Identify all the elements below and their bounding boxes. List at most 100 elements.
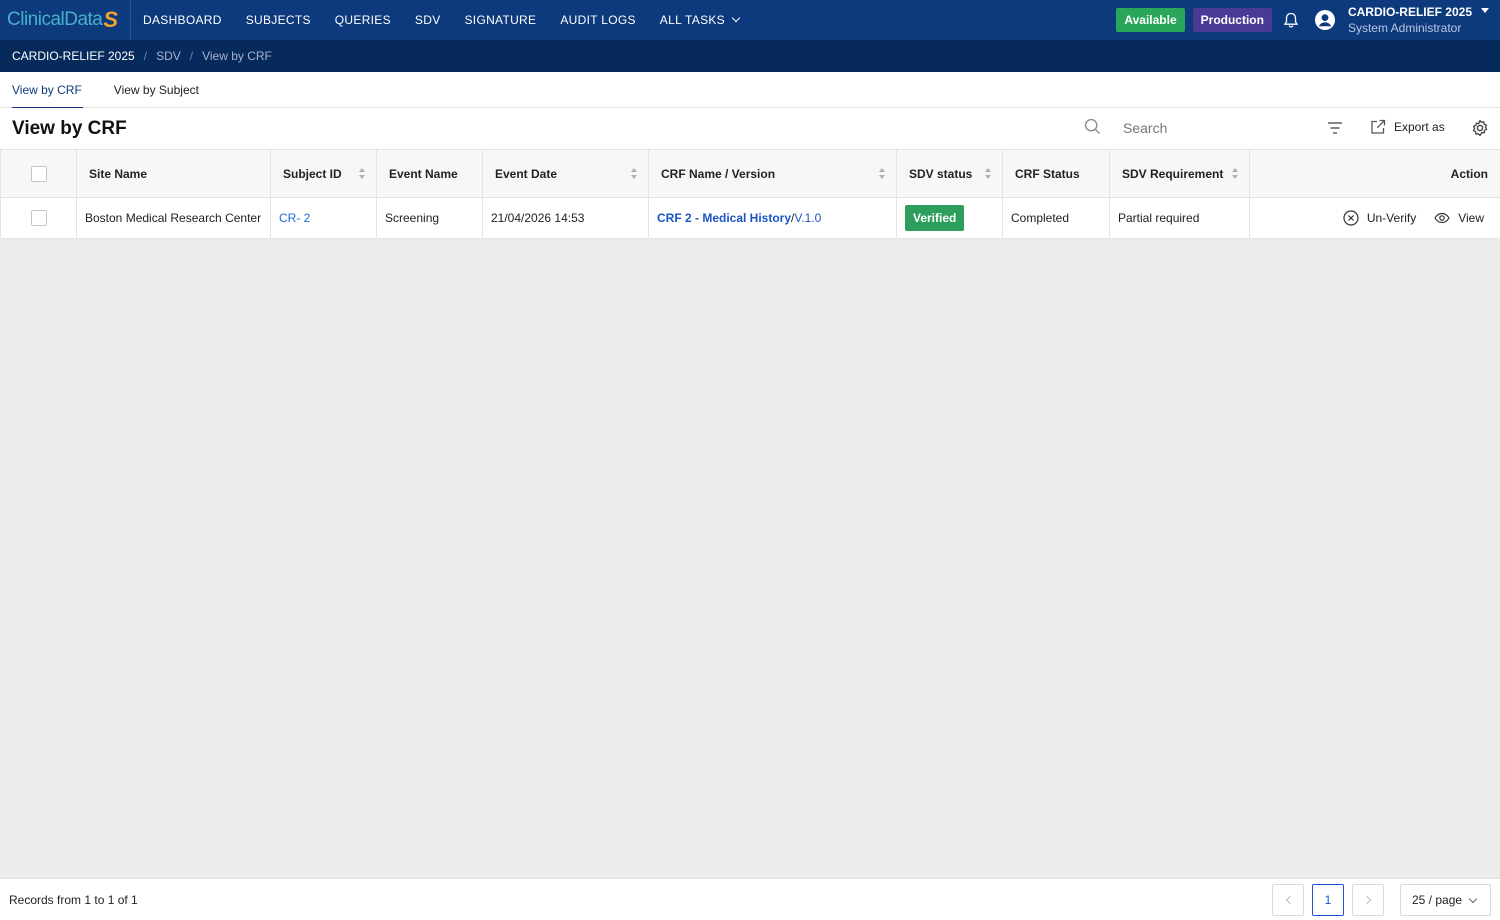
chevron-down-icon [1468, 894, 1478, 904]
nav-queries[interactable]: QUERIES [335, 13, 391, 27]
un-verify-label: Un-Verify [1366, 211, 1417, 225]
header-label: Event Date [495, 166, 558, 181]
breadcrumb-study[interactable]: CARDIO-RELIEF 2025 [12, 49, 135, 63]
page-size-value: 25 / page [1412, 893, 1463, 907]
view-button[interactable]: View [1434, 210, 1484, 226]
header-event-date[interactable]: Event Date [482, 149, 649, 198]
cell-sdv-requirement: Partial required [1109, 197, 1250, 239]
sdv-crf-table: Site Name Subject ID Event Name Event Da… [0, 149, 1500, 239]
header-label: CRF Status [1015, 166, 1080, 181]
header-subject-id[interactable]: Subject ID [270, 149, 377, 198]
subject-id-link[interactable]: CR- 2 [279, 211, 310, 225]
view-tabs: View by CRF View by Subject [0, 72, 1500, 109]
cell-sdv-status: Verified [896, 197, 1003, 239]
header-label: Event Name [389, 166, 458, 181]
logo-text: ClinicalData [7, 9, 103, 30]
nav-all-tasks-dropdown[interactable]: ALL TASKS [659, 13, 741, 27]
sort-icon[interactable] [879, 168, 886, 180]
nav-dashboard[interactable]: DASHBOARD [143, 13, 222, 27]
settings-gear-icon[interactable] [1471, 119, 1489, 137]
cell-action: Un-Verify View [1249, 197, 1500, 239]
header-label: CRF Name / Version [661, 166, 776, 181]
export-icon [1371, 119, 1386, 134]
eye-icon [1434, 212, 1450, 224]
header-crf-name-version[interactable]: CRF Name / Version [648, 149, 897, 198]
breadcrumb-sdv[interactable]: SDV [156, 49, 181, 63]
notification-bell-icon[interactable] [1280, 9, 1302, 31]
breadcrumb-current: View by CRF [202, 49, 272, 63]
breadcrumb-separator: / [143, 49, 148, 63]
sort-icon[interactable] [359, 168, 366, 180]
select-all-checkbox[interactable] [30, 165, 47, 182]
chevron-down-icon [731, 13, 741, 23]
caret-down-icon[interactable] [1481, 8, 1489, 13]
breadcrumb: CARDIO-RELIEF 2025 / SDV / View by CRF [0, 40, 1500, 72]
top-right-area: Available Production CARDIO-RELIEF 2025 … [1116, 0, 1500, 40]
logo-mark: S [103, 7, 118, 32]
sort-icon[interactable] [631, 168, 638, 180]
title-toolbar: View by CRF Export as [0, 108, 1500, 149]
header-sdv-requirement[interactable]: SDV Requirement [1109, 149, 1250, 198]
filter-icon[interactable] [1326, 120, 1344, 136]
user-role: System Administrator [1347, 21, 1462, 35]
chevron-right-icon [1362, 895, 1371, 905]
header-action: Action [1249, 149, 1500, 198]
page-number-button[interactable]: 1 [1312, 884, 1344, 916]
nav-subjects[interactable]: SUBJECTS [246, 13, 311, 27]
export-button[interactable]: Export as [1370, 119, 1445, 135]
search-input[interactable] [1123, 120, 1293, 136]
row-checkbox[interactable] [30, 210, 47, 226]
header-event-name[interactable]: Event Name [376, 149, 483, 198]
page-size-select[interactable]: 25 / page [1400, 884, 1491, 916]
crf-version-link[interactable]: V.1.0 [794, 211, 821, 225]
cell-site-name: Boston Medical Research Center [76, 197, 271, 239]
header-label: Subject ID [283, 166, 342, 181]
nav-sdv[interactable]: SDV [415, 13, 441, 27]
crf-name-link[interactable]: CRF 2 - Medical History [657, 211, 791, 225]
table-header-row: Site Name Subject ID Event Name Event Da… [0, 149, 1500, 198]
close-circle-icon [1343, 210, 1359, 226]
tab-view-by-subject[interactable]: View by Subject [114, 72, 199, 108]
un-verify-button[interactable]: Un-Verify [1343, 210, 1416, 226]
header-sdv-status[interactable]: SDV status [896, 149, 1003, 198]
table-row[interactable]: Boston Medical Research Center CR- 2 Scr… [0, 197, 1500, 239]
available-status-badge: Available [1116, 8, 1185, 32]
sdv-status-badge: Verified [905, 205, 965, 231]
pagination-footer: Records from 1 to 1 of 1 1 25 / page [0, 878, 1500, 920]
search-icon [1084, 118, 1101, 138]
cell-select [0, 197, 77, 239]
search-box [1084, 116, 1293, 140]
nav-signature[interactable]: SIGNATURE [465, 13, 537, 27]
header-label: Site Name [89, 166, 148, 181]
header-site-name[interactable]: Site Name [76, 149, 271, 198]
sort-icon[interactable] [1232, 168, 1239, 180]
records-summary: Records from 1 to 1 of 1 [9, 892, 138, 907]
header-label: SDV Requirement [1122, 166, 1224, 181]
cell-event-date: 21/04/2026 14:53 [482, 197, 649, 239]
header-label: SDV status [909, 166, 973, 181]
user-study-name: CARDIO-RELIEF 2025 [1347, 5, 1472, 19]
clinicaldata-logo[interactable]: ClinicalData S [0, 0, 131, 40]
row-actions: Un-Verify View [1258, 210, 1492, 226]
nav-all-tasks-label: ALL TASKS [659, 13, 725, 27]
tab-view-by-crf[interactable]: View by CRF [12, 72, 83, 109]
header-crf-status[interactable]: CRF Status [1002, 149, 1110, 198]
nav-audit-logs[interactable]: AUDIT LOGS [560, 13, 635, 27]
sort-icon[interactable] [985, 168, 992, 180]
cell-subject-id: CR- 2 [270, 197, 377, 239]
breadcrumb-separator: / [189, 49, 194, 63]
main-nav: DASHBOARD SUBJECTS QUERIES SDV SIGNATURE… [131, 0, 763, 40]
cell-crf-status: Completed [1002, 197, 1110, 239]
previous-page-button[interactable] [1272, 884, 1304, 916]
page-title: View by CRF [12, 117, 127, 139]
user-menu[interactable]: CARDIO-RELIEF 2025 System Administrator [1348, 4, 1472, 36]
export-label: Export as [1394, 120, 1445, 134]
header-label: Action [1450, 166, 1488, 181]
header-select-all [0, 149, 77, 198]
next-page-button[interactable] [1352, 884, 1384, 916]
cell-event-name: Screening [376, 197, 483, 239]
user-avatar-icon[interactable] [1314, 9, 1336, 31]
pagination: 1 [1272, 884, 1392, 916]
view-label: View [1458, 211, 1484, 225]
cell-crf-name-version: CRF 2 - Medical History/V.1.0 [648, 197, 897, 239]
